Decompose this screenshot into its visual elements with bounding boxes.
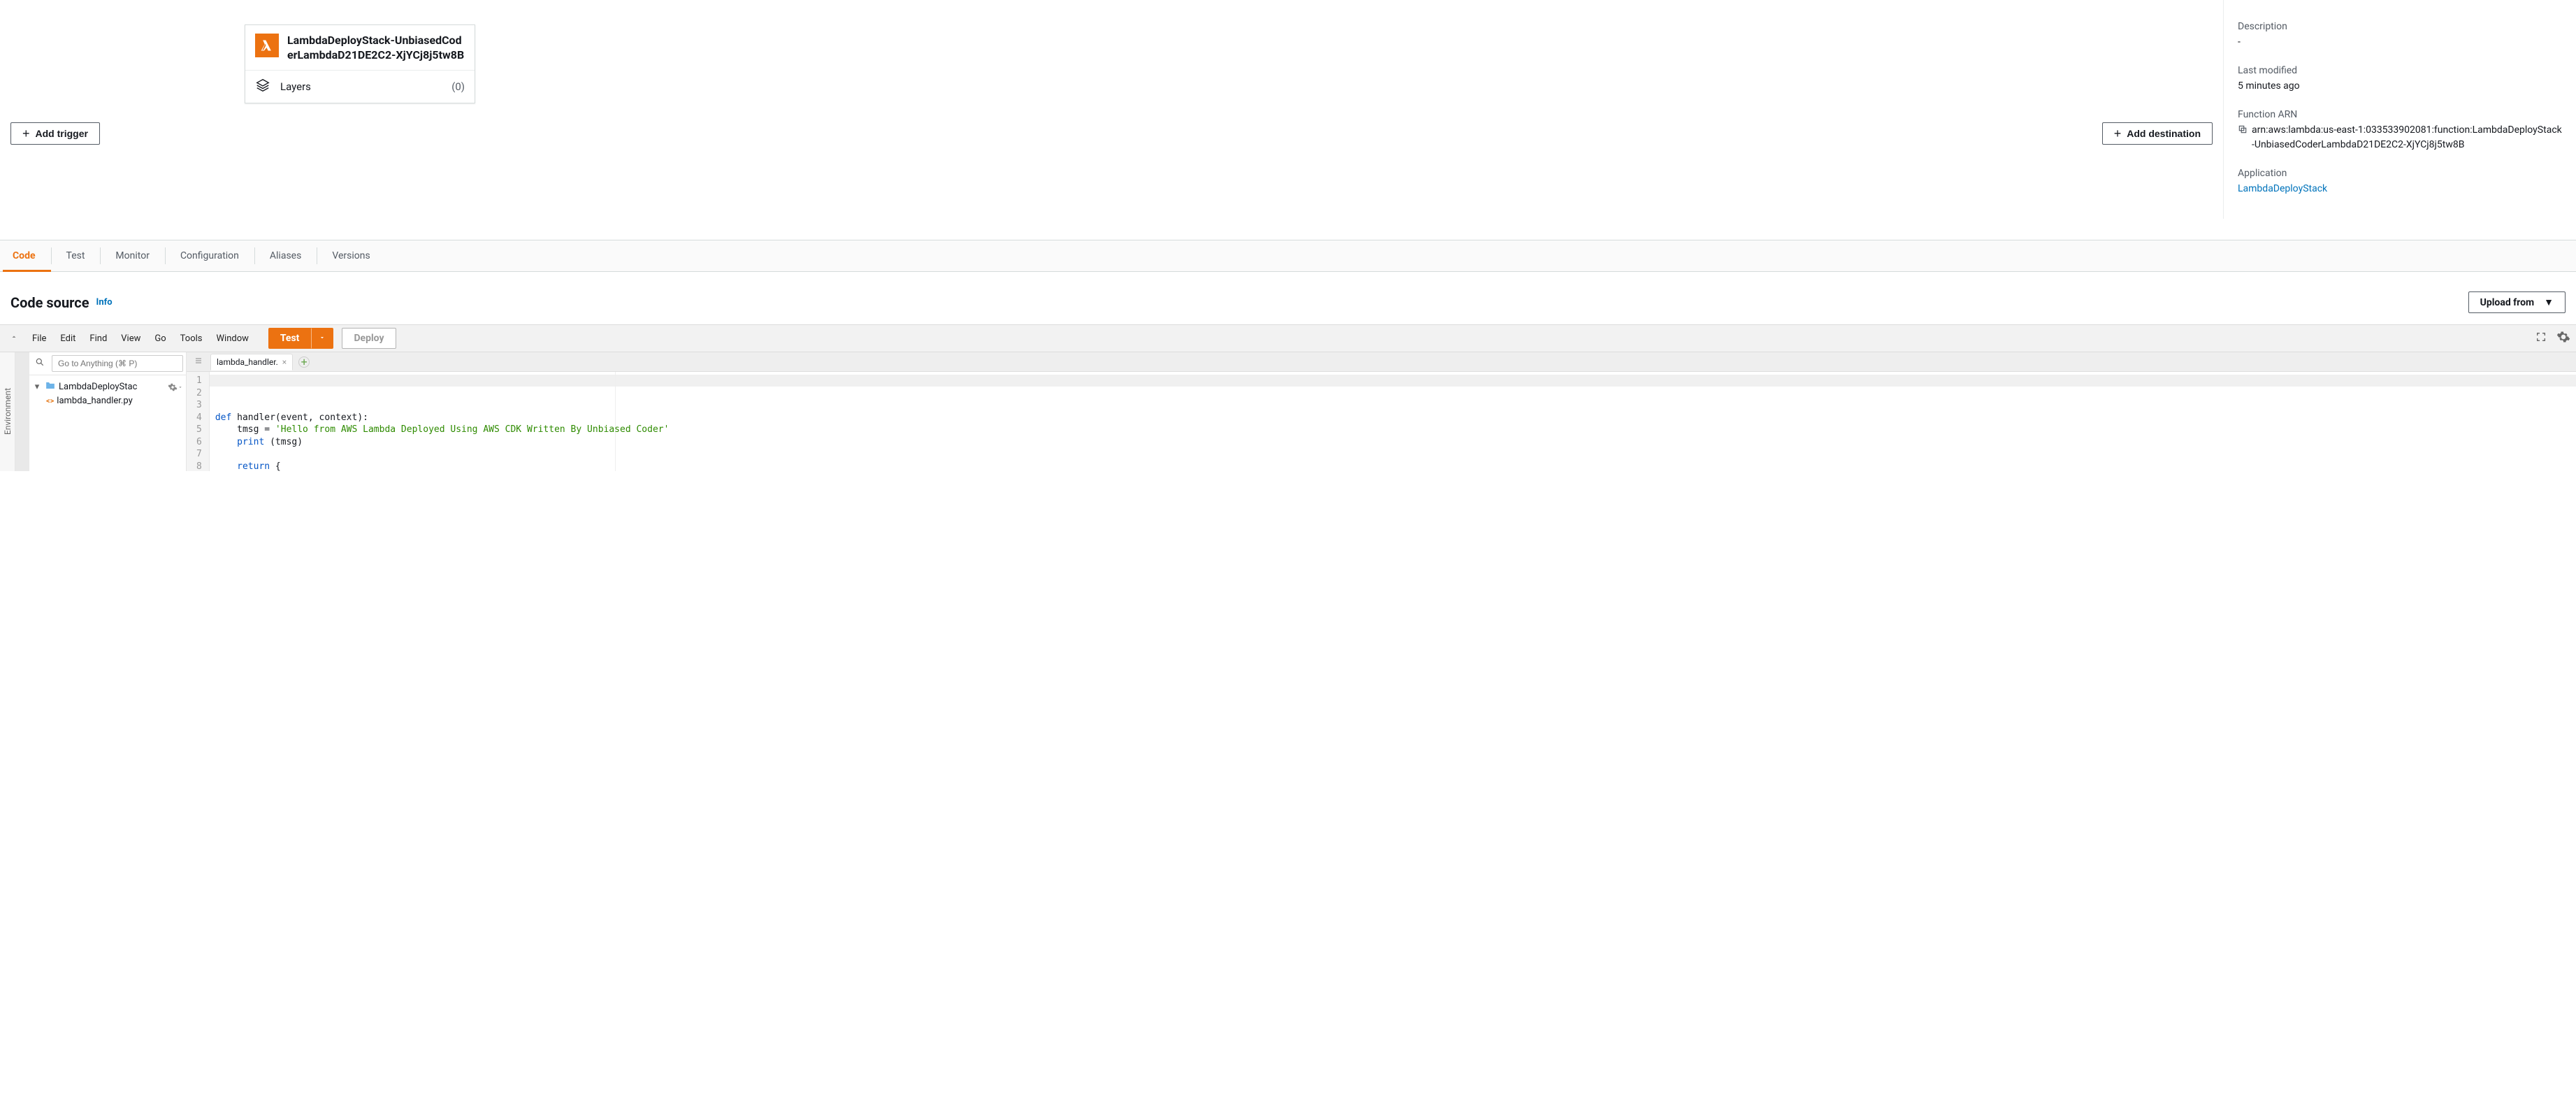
settings-gear-icon[interactable] [2556,330,2570,347]
menu-file[interactable]: File [25,329,53,348]
code-editor[interactable]: 123456789 def handler(event, context): t… [187,372,2576,471]
tree-root-row[interactable]: ▾ LambdaDeployStac [32,380,183,394]
application-link[interactable]: LambdaDeployStack [2238,182,2562,196]
function-card-header: LambdaDeployStack-UnbiasedCoderLambdaD21… [245,25,475,70]
goto-anything-input[interactable] [52,355,183,372]
upload-from-label: Upload from [2480,297,2535,308]
python-file-icon: <> [46,396,54,405]
function-overview: LambdaDeployStack-UnbiasedCoderLambdaD21… [0,0,2576,240]
deploy-button: Deploy [342,328,396,349]
menu-find[interactable]: Find [82,329,114,348]
folder-icon [45,381,56,393]
function-card[interactable]: LambdaDeployStack-UnbiasedCoderLambdaD21… [245,24,475,103]
menu-window[interactable]: Window [210,329,256,348]
run-test-button[interactable]: Test [268,328,312,349]
tree-file-row[interactable]: <> lambda_handler.py [32,394,183,408]
tree-settings-icon[interactable] [168,382,183,392]
editor-tab-active[interactable]: lambda_handler. × [210,354,293,370]
details-panel: Description - Last modified 5 minutes ag… [2223,0,2576,219]
tab-versions[interactable]: Versions [317,240,385,271]
tree-root-label: LambdaDeployStac [59,382,137,392]
add-trigger-label: Add trigger [36,128,88,139]
menu-edit[interactable]: Edit [53,329,82,348]
last-modified-value: 5 minutes ago [2238,79,2562,94]
editor-main: lambda_handler. × + 123456789 def handle… [187,352,2576,471]
description-value: - [2238,35,2562,50]
ide-panel: Environment ▾ LambdaDeployStac [0,352,2576,471]
menu-tools[interactable]: Tools [173,329,210,348]
main-tabs: Code Test Monitor Configuration Aliases … [0,240,2576,272]
copy-icon[interactable] [2238,124,2248,139]
plus-icon: + [22,127,30,140]
editor-toolbar: File Edit Find View Go Tools Window Test… [0,324,2576,352]
description-label: Description [2238,21,2562,32]
upload-from-button[interactable]: Upload from ▼ [2468,291,2566,313]
close-tab-icon[interactable]: × [282,357,287,367]
menu-view[interactable]: View [114,329,147,348]
layers-count: (0) [451,80,465,93]
search-icon[interactable] [32,357,48,370]
code-source-header: Code source Info Upload from ▼ [0,272,2576,324]
add-destination-label: Add destination [2127,128,2201,139]
last-modified-label: Last modified [2238,65,2562,76]
tab-configuration[interactable]: Configuration [165,240,254,271]
new-tab-icon[interactable]: + [298,356,310,368]
line-number-gutter: 123456789 [187,372,210,471]
layers-label: Layers [280,80,451,93]
layers-row[interactable]: Layers (0) [245,70,475,103]
tab-monitor[interactable]: Monitor [100,240,165,271]
code-source-title: Code source [10,294,89,311]
plus-icon: + [2114,127,2122,140]
add-trigger-button[interactable]: + Add trigger [10,122,100,145]
test-dropdown-button[interactable] [311,328,333,349]
environment-gutter [15,352,29,471]
function-arn-label: Function ARN [2238,109,2562,120]
lambda-icon [255,34,279,57]
application-label: Application [2238,168,2562,179]
tree-file-label: lambda_handler.py [57,396,132,406]
editor-tab-strip: lambda_handler. × + [187,352,2576,372]
tab-list-icon[interactable] [187,356,210,368]
file-tree: ▾ LambdaDeployStac <> lambda_handler.py [29,375,186,412]
info-link[interactable]: Info [96,297,113,308]
collapse-menu-icon[interactable] [10,333,18,344]
fullscreen-icon[interactable] [2535,331,2547,345]
function-name: LambdaDeployStack-UnbiasedCoderLambdaD21… [287,34,465,63]
tree-expand-icon[interactable]: ▾ [32,382,42,392]
layers-icon [255,78,270,96]
test-button-group: Test [268,328,334,349]
tab-aliases[interactable]: Aliases [254,240,317,271]
function-arn-value: arn:aws:lambda:us-east-1:033533902081:fu… [2252,123,2562,152]
add-destination-button[interactable]: + Add destination [2102,122,2213,145]
overview-diagram: LambdaDeployStack-UnbiasedCoderLambdaD21… [0,0,2223,219]
tab-test[interactable]: Test [51,240,101,271]
code-content[interactable]: def handler(event, context): tmsg = 'Hel… [210,372,2576,471]
environment-tab[interactable]: Environment [0,352,15,471]
tab-code[interactable]: Code [3,240,51,271]
file-explorer: ▾ LambdaDeployStac <> lambda_handler.py [29,352,187,471]
editor-tab-label: lambda_handler. [217,357,278,367]
environment-tab-label: Environment [3,388,13,435]
menu-go[interactable]: Go [147,329,173,348]
caret-down-icon: ▼ [2544,296,2554,308]
